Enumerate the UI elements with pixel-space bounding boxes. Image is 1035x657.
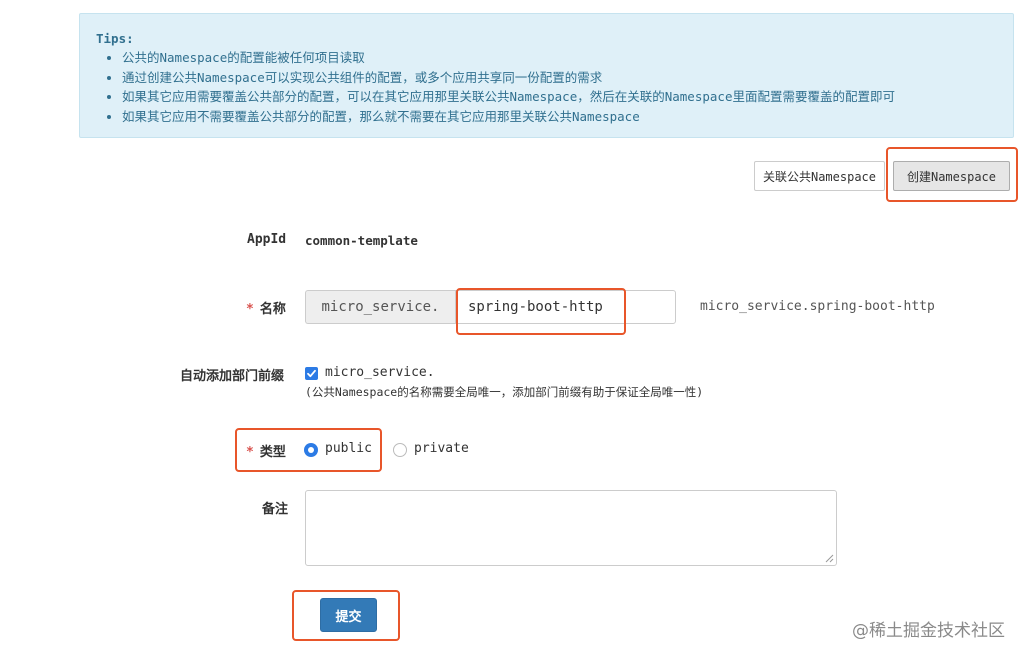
tips-item: 如果其它应用不需要覆盖公共部分的配置，那么就不需要在其它应用那里关联公共Name… (122, 107, 895, 127)
name-label: * 名称 (246, 298, 286, 317)
tips-title: Tips: (96, 31, 134, 46)
tips-panel: Tips: 公共的Namespace的配置能被任何项目读取 通过创建公共Name… (79, 13, 1014, 138)
associate-namespace-button[interactable]: 关联公共Namespace (754, 161, 885, 191)
type-label-text: 类型 (259, 445, 286, 460)
remark-textarea[interactable] (305, 490, 837, 566)
tips-item: 公共的Namespace的配置能被任何项目读取 (122, 48, 895, 68)
prefix-hint: (公共Namespace的名称需要全局唯一，添加部门前缀有助于保证全局唯一性) (305, 385, 704, 399)
required-mark: * (246, 302, 254, 317)
name-label-text: 名称 (259, 302, 286, 317)
resize-grip-icon[interactable] (825, 554, 834, 563)
prefix-checkbox-label: micro_service. (325, 365, 435, 380)
submit-button[interactable]: 提交 (320, 598, 377, 632)
type-label: * 类型 (246, 441, 286, 460)
name-preview: micro_service.spring-boot-http (700, 299, 935, 314)
type-radio-private[interactable] (393, 443, 407, 457)
prefix-label: 自动添加部门前缀 (180, 369, 285, 384)
appid-value: common-template (305, 233, 418, 248)
tips-item: 如果其它应用需要覆盖公共部分的配置，可以在其它应用那里关联公共Namespace… (122, 87, 895, 107)
watermark: @稀土掘金技术社区 (852, 621, 1005, 641)
check-icon (307, 369, 316, 378)
type-radio-private-label[interactable]: private (414, 441, 469, 456)
appid-label: AppId (247, 232, 287, 247)
type-radio-public-label[interactable]: public (325, 441, 372, 456)
create-namespace-button[interactable]: 创建Namespace (893, 161, 1010, 191)
name-input[interactable] (455, 290, 676, 324)
prefix-checkbox[interactable] (305, 367, 318, 380)
required-mark: * (246, 445, 254, 460)
type-radio-public[interactable] (304, 443, 318, 457)
name-prefix-addon: micro_service. (305, 290, 455, 324)
tips-list: 公共的Namespace的配置能被任何项目读取 通过创建公共Namespace可… (122, 48, 895, 126)
tips-item: 通过创建公共Namespace可以实现公共组件的配置，或多个应用共享同一份配置的… (122, 68, 895, 88)
remark-label: 备注 (262, 502, 289, 517)
